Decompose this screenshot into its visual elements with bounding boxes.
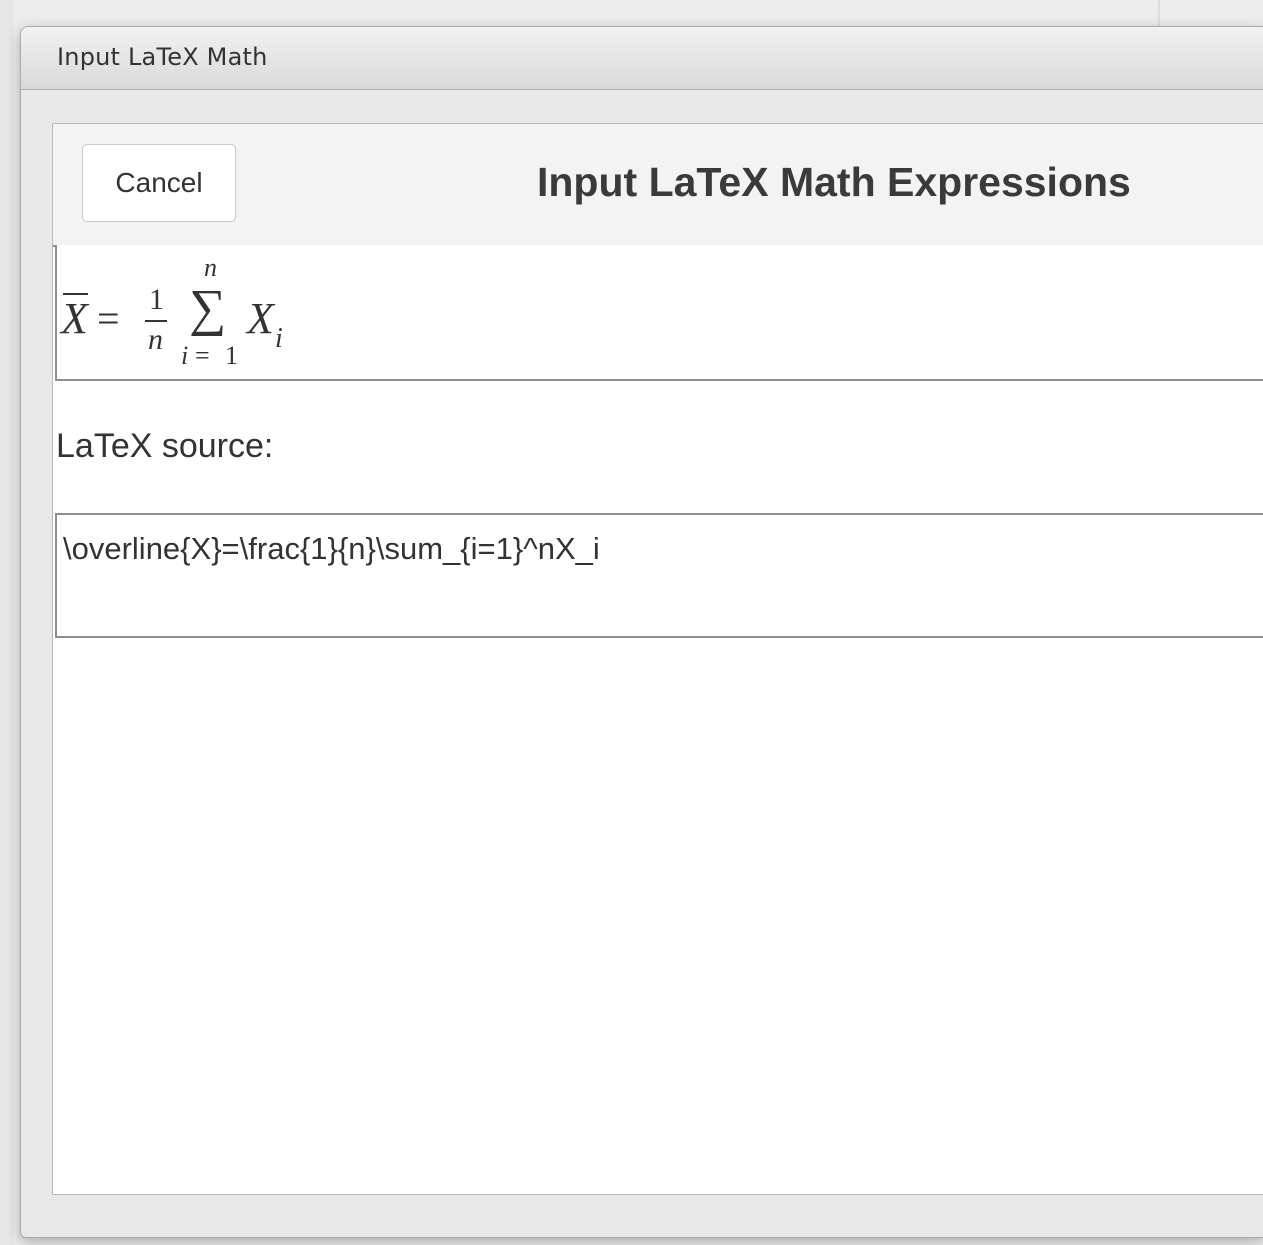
formula-term-subscript: i bbox=[275, 323, 283, 354]
cancel-button[interactable]: Cancel bbox=[82, 144, 236, 222]
sum-lower-value: 1 bbox=[225, 341, 238, 370]
window-title: Input LaTeX Math bbox=[57, 43, 268, 71]
formula-lhs: X bbox=[61, 294, 88, 343]
sum-lower-equals: = bbox=[195, 341, 210, 370]
dialog-header: Cancel Input LaTeX Math Expressions bbox=[53, 124, 1263, 247]
latex-dialog-window: Input LaTeX Math Cancel Input LaTeX Math… bbox=[20, 26, 1263, 1238]
formula-numerator: 1 bbox=[149, 283, 164, 316]
dialog-title: Input LaTeX Math Expressions bbox=[537, 159, 1131, 205]
formula-preview: X = 1 n n ∑ i = 1 X i bbox=[55, 245, 1263, 381]
rendered-formula: X = 1 n n ∑ i = 1 X i bbox=[57, 245, 357, 379]
background-window-edge bbox=[0, 0, 14, 1245]
latex-source-label: LaTeX source: bbox=[56, 427, 274, 465]
formula-equals: = bbox=[97, 296, 120, 341]
formula-term: X bbox=[247, 294, 274, 343]
sum-symbol: ∑ bbox=[189, 280, 227, 337]
window-titlebar[interactable]: Input LaTeX Math bbox=[21, 27, 1263, 90]
fraction-bar bbox=[145, 320, 167, 322]
latex-source-input[interactable]: \overline{X}=\frac{1}{n}\sum_{i=1}^nX_i bbox=[55, 513, 1263, 638]
formula-denominator: n bbox=[148, 323, 163, 356]
dialog-panel: Cancel Input LaTeX Math Expressions X = … bbox=[52, 123, 1263, 1195]
sum-lower-var: i bbox=[181, 341, 189, 370]
background-divider bbox=[1158, 0, 1160, 28]
